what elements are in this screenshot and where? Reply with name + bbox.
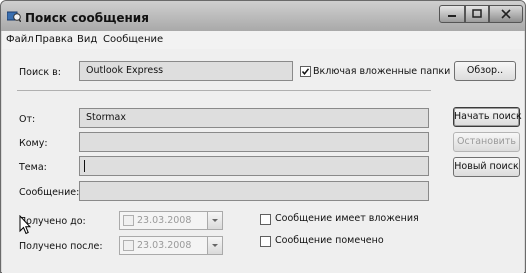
search-in-field: Outlook Express <box>79 61 293 81</box>
start-search-button[interactable]: Начать поиск <box>453 107 522 127</box>
minimize-button[interactable] <box>439 5 465 23</box>
include-subfolders-checkbox[interactable] <box>300 66 311 77</box>
to-field[interactable] <box>79 132 429 152</box>
flagged-label: Сообщение помечено <box>275 235 384 246</box>
subject-field[interactable] <box>79 156 429 176</box>
from-field[interactable]: Stormax <box>79 108 429 128</box>
subject-label: Тема: <box>19 162 47 173</box>
received-before-date: 23.03.2008 <box>137 215 192 226</box>
menu-message[interactable]: Сообщение <box>103 34 163 45</box>
menu-file[interactable]: Файл <box>6 34 34 45</box>
checkmark-icon <box>301 68 310 75</box>
menu-edit[interactable]: Правка <box>35 34 73 45</box>
received-before-checkbox[interactable] <box>123 215 134 226</box>
search-panel: Поиск в: Outlook Express Включая вложенн… <box>2 49 524 273</box>
close-icon <box>501 9 511 19</box>
received-before-dropdown[interactable] <box>207 212 222 229</box>
mouse-cursor-icon <box>19 215 31 235</box>
menu-bar: Файл Правка Вид Сообщение <box>2 31 524 49</box>
has-attachments-checkbox[interactable] <box>260 214 271 225</box>
close-button[interactable] <box>489 5 523 23</box>
has-attachments-label: Сообщение имеет вложения <box>275 213 419 224</box>
flagged-checkbox[interactable] <box>260 236 271 247</box>
received-after-label: Получено после: <box>19 241 103 252</box>
message-label: Сообщение: <box>19 187 80 198</box>
received-after-date-picker[interactable]: 23.03.2008 <box>119 236 223 255</box>
app-icon <box>7 11 21 22</box>
text-caret <box>84 160 85 172</box>
received-after-date: 23.03.2008 <box>137 240 192 251</box>
received-after-checkbox[interactable] <box>123 240 134 251</box>
received-before-date-picker[interactable]: 23.03.2008 <box>119 211 223 230</box>
stop-button[interactable]: Остановить <box>453 132 520 152</box>
separator <box>17 90 431 91</box>
message-field[interactable] <box>79 181 429 201</box>
search-message-window: Поиск сообщения Файл Правка Вид Сообщени… <box>0 0 526 273</box>
search-in-label: Поиск в: <box>19 67 61 78</box>
maximize-icon <box>472 9 482 18</box>
browse-button[interactable]: Обзор.. <box>454 61 516 81</box>
title-bar[interactable]: Поиск сообщения <box>1 1 525 31</box>
maximize-button[interactable] <box>465 5 489 23</box>
window-title: Поиск сообщения <box>25 11 149 25</box>
menu-view[interactable]: Вид <box>77 34 97 45</box>
new-search-button[interactable]: Новый поиск <box>453 157 520 177</box>
chevron-down-icon <box>212 219 218 222</box>
chevron-down-icon <box>212 244 218 247</box>
from-label: От: <box>19 114 36 125</box>
include-subfolders-label: Включая вложенные папки <box>313 66 451 77</box>
received-after-dropdown[interactable] <box>207 237 222 254</box>
minimize-icon <box>448 15 456 17</box>
to-label: Кому: <box>19 138 48 149</box>
